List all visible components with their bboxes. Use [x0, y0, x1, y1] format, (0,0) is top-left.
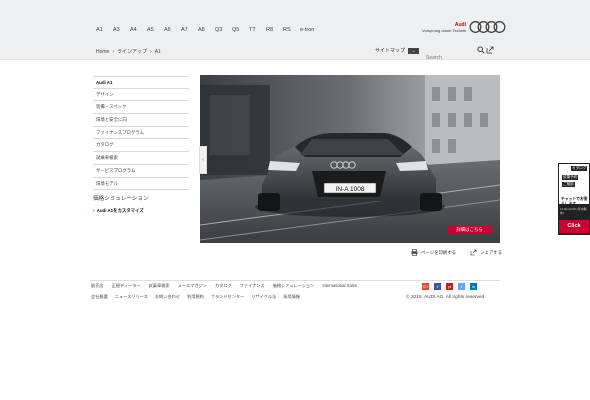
sitemap-toggle[interactable]: サイトマップ ⌄ [375, 47, 420, 54]
share-icon [470, 249, 477, 256]
footer-link[interactable]: 会社概要 [91, 294, 108, 300]
license-plate: IN-A 1008 [336, 186, 365, 193]
customize-link[interactable]: › Audi A1をカスタマイズ [93, 208, 189, 214]
print-label: ページを印刷する [421, 249, 457, 255]
sidebar-item-finance[interactable]: ファイナンスプログラム [93, 127, 189, 140]
chat-click-button[interactable]: Click [559, 220, 589, 233]
copyright-text: © 2015, AUDI AG. All rights reserved [406, 295, 485, 300]
model-link-a5[interactable]: A5 [147, 27, 164, 33]
model-link-tt[interactable]: TT [249, 27, 266, 33]
model-link-q3[interactable]: Q3 [215, 27, 232, 33]
footer-link[interactable]: ファイナンス [240, 283, 265, 289]
footer-link[interactable]: リサイクル法 [251, 294, 276, 300]
footer-link[interactable]: 利用規約 [187, 294, 204, 300]
facebook-icon[interactable]: f [434, 283, 441, 290]
footer-link[interactable]: 正規ディーラー [112, 283, 141, 289]
chevron-right-icon: › [150, 48, 152, 55]
hero-prev-arrow[interactable]: ‹ [199, 146, 207, 174]
audi-rings-icon [469, 21, 506, 33]
audi-logo[interactable]: Audi Vorsprung durch Technik [410, 20, 506, 38]
sidebar-item-specs[interactable]: 装備・スペック [93, 101, 189, 115]
footer-link[interactable]: International Sales [322, 283, 357, 289]
chevron-down-icon: ⌄ [408, 47, 420, 54]
footer-link[interactable]: 採用情報 [283, 294, 300, 300]
car-hero-image: IN-A 1008 [200, 75, 500, 243]
page-actions: ページを印刷する シェアする [411, 249, 502, 256]
footer-link[interactable]: カタログ [215, 283, 232, 289]
hero-banner[interactable]: IN-A 1008 [200, 75, 500, 243]
chat-widget-panel: カタログ 試乗予約 ご相談 チャットでお答えします [559, 164, 589, 206]
detail-button[interactable]: 詳細はこちら [448, 225, 491, 234]
footer-links-primary: 販売店 正規ディーラー 試乗車検索 メールマガジン カタログ ファイナンス 価格… [91, 283, 357, 289]
sidebar-item-eco-model[interactable]: 環境モデル [93, 178, 189, 191]
breadcrumb-home[interactable]: Home [96, 49, 109, 55]
footer-link[interactable]: 販売店 [91, 283, 104, 289]
model-link-etron[interactable]: e-tron [300, 27, 324, 33]
footer-links-secondary: 会社概要 ニュースリリース お問い合わせ 利用規約 ブランドセンター リサイクル… [91, 294, 300, 300]
sitemap-label: サイトマップ [375, 48, 406, 54]
sidebar-item-service[interactable]: サービスプログラム [93, 165, 189, 178]
chat-tag-test-drive: 試乗予約 [562, 175, 579, 180]
chat-tag-consult: ご相談 [562, 182, 575, 187]
sidebar-item-environment[interactable]: 環境と安全に向 [93, 114, 189, 127]
brand-slogan: Vorsprung durch Technik [422, 28, 466, 33]
footer-link[interactable]: ニュースリリース [115, 294, 148, 300]
print-page-button[interactable]: ページを印刷する [411, 249, 456, 256]
breadcrumb: Home › ラインアップ › A1 [96, 48, 161, 56]
model-link-rs[interactable]: RS [283, 27, 300, 33]
footer-link[interactable]: ブランドセンター [211, 294, 245, 300]
search-input[interactable] [426, 54, 474, 62]
price-simulation-link[interactable]: 価格シミュレーション [93, 194, 189, 202]
model-link-a7[interactable]: A7 [181, 27, 198, 33]
customize-label: Audi A1をカスタマイズ [96, 208, 144, 214]
login-icon[interactable] [486, 46, 494, 54]
share-button[interactable]: シェアする [470, 249, 502, 256]
chat-widget[interactable]: カタログ 試乗予約 ご相談 チャットでお答えします 11:00-22:00 (年… [558, 163, 590, 235]
sidebar: Audi A1 デザイン 装備・スペック 環境と安全に向 ファイナンスプログラム… [93, 76, 189, 214]
model-link-a3[interactable]: A3 [113, 27, 130, 33]
google-plus-icon[interactable]: G+ [422, 283, 429, 290]
sidebar-item-test-drive[interactable]: 試乗車検索 [93, 152, 189, 165]
printer-icon [411, 249, 418, 256]
share-label: シェアする [480, 249, 503, 255]
chat-tag-catalog: カタログ [571, 166, 588, 171]
model-link-a8[interactable]: A8 [198, 27, 215, 33]
model-link-r8[interactable]: R8 [266, 27, 283, 33]
chat-hours: 11:00-22:00 (年中無休) [560, 207, 587, 215]
model-link-a6[interactable]: A6 [164, 27, 181, 33]
social-links: G+ f yt t in [422, 283, 477, 290]
footer-link[interactable]: お問い合わせ [155, 294, 180, 300]
chevron-right-icon: › [93, 208, 95, 215]
breadcrumb-lineup[interactable]: ラインアップ [117, 48, 147, 55]
footer-divider [90, 280, 500, 281]
sidebar-item-a1[interactable]: Audi A1 [93, 76, 189, 89]
breadcrumb-current: A1 [154, 48, 161, 55]
model-link-a4[interactable]: A4 [130, 27, 147, 33]
youtube-icon[interactable]: yt [446, 283, 453, 290]
model-link-q5[interactable]: Q5 [232, 27, 249, 33]
twitter-icon[interactable]: t [458, 283, 465, 290]
search-box [426, 46, 486, 62]
search-icon[interactable] [477, 46, 485, 54]
linkedin-icon[interactable]: in [470, 283, 477, 290]
sidebar-item-design[interactable]: デザイン [93, 89, 189, 102]
footer-link[interactable]: 価格シミュレーション [273, 283, 315, 289]
sidebar-item-catalog[interactable]: カタログ [93, 139, 189, 153]
model-link-a1[interactable]: A1 [96, 27, 113, 33]
chevron-right-icon: › [112, 48, 115, 55]
chat-headline: チャットでお答えします [561, 197, 588, 206]
footer-link[interactable]: 試乗車検索 [149, 283, 170, 289]
model-nav: A1 A3 A4 A5 A6 A7 A8 Q3 Q5 TT R8 RS e-tr… [96, 27, 324, 33]
footer-link[interactable]: メールマガジン [178, 283, 207, 289]
header-bar: A1 A3 A4 A5 A6 A7 A8 Q3 Q5 TT R8 RS e-tr… [0, 0, 590, 62]
